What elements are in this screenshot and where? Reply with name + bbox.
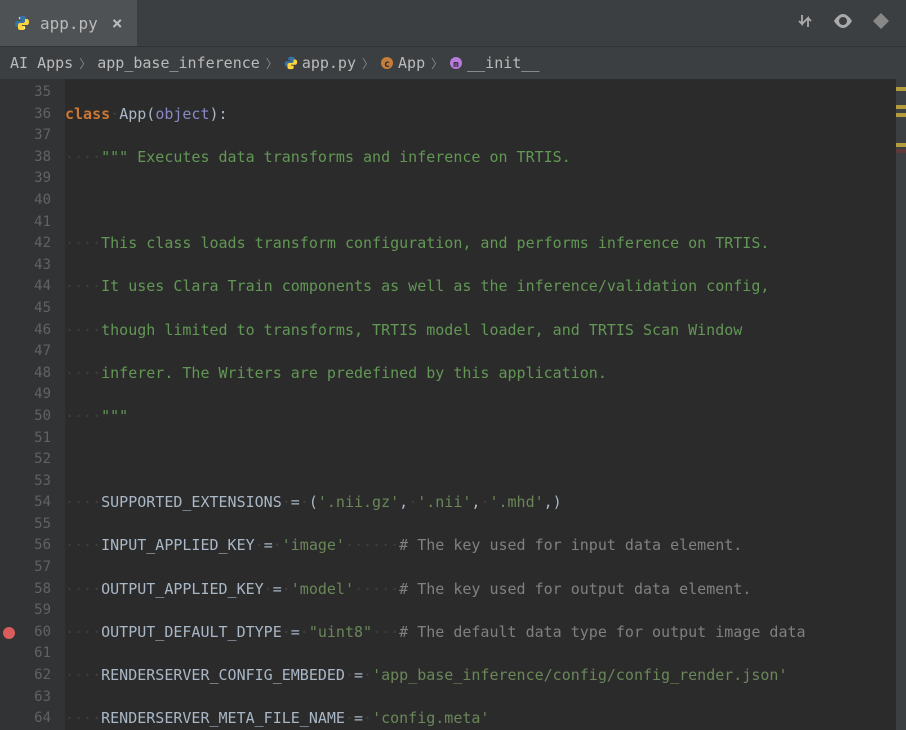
chevron-right-icon: 〉 — [362, 55, 374, 72]
python-icon — [14, 15, 30, 31]
breadcrumb-item[interactable]: AI Apps — [10, 54, 73, 72]
class-icon: c — [380, 56, 394, 70]
tab-bar: app.py × — [0, 0, 906, 47]
tab-actions — [780, 0, 906, 46]
compare-icon[interactable] — [796, 12, 814, 34]
breadcrumb-item[interactable]: m __init__ — [449, 54, 539, 72]
breadcrumb-item[interactable]: c App — [380, 54, 425, 72]
line-gutter[interactable]: 3536373839404142434445464748495051525354… — [0, 79, 65, 730]
eye-icon[interactable] — [832, 14, 854, 32]
file-tab[interactable]: app.py × — [0, 0, 137, 46]
diamond-icon[interactable] — [872, 12, 890, 34]
breadcrumb: AI Apps 〉 app_base_inference 〉 app.py 〉 … — [0, 47, 906, 79]
code-area[interactable]: class·App(object): ····""" Executes data… — [65, 79, 906, 730]
method-icon: m — [449, 56, 463, 70]
breakpoint-marker[interactable] — [3, 627, 15, 639]
close-icon[interactable]: × — [112, 13, 123, 34]
breadcrumb-item[interactable]: app.py — [284, 54, 356, 72]
python-icon — [284, 56, 298, 70]
tab-label: app.py — [40, 14, 98, 33]
breadcrumb-item[interactable]: app_base_inference — [97, 54, 260, 72]
chevron-right-icon: 〉 — [266, 55, 278, 72]
chevron-right-icon: 〉 — [79, 55, 91, 72]
chevron-right-icon: 〉 — [431, 55, 443, 72]
minimap-scrollbar[interactable] — [896, 79, 906, 730]
tab-spacer — [137, 0, 780, 46]
svg-text:c: c — [384, 59, 390, 70]
svg-text:m: m — [453, 60, 459, 70]
code-editor[interactable]: 3536373839404142434445464748495051525354… — [0, 79, 906, 730]
